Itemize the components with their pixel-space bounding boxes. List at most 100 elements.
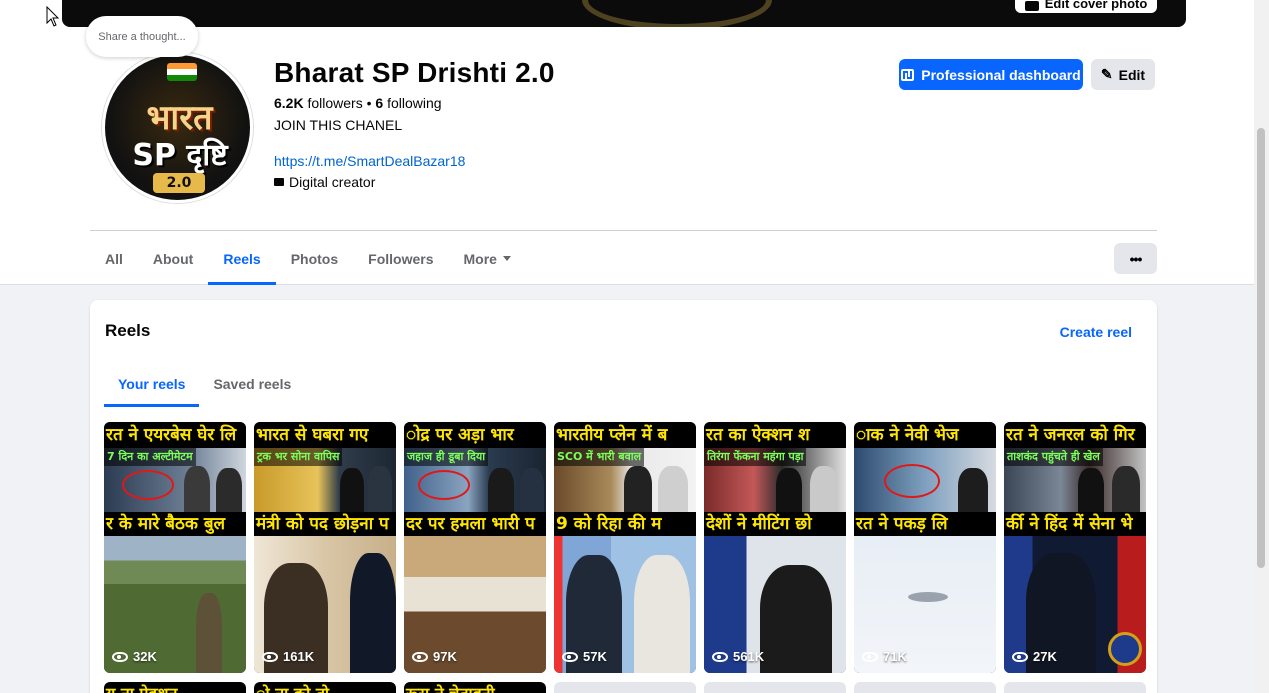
view-count: 161K	[262, 649, 314, 664]
following-label[interactable]: following	[387, 95, 441, 111]
reel-card[interactable]: भारतीय प्लेन में ब SCO में भारी बवाल 9 क…	[554, 422, 696, 673]
reel-subtitle: जहाज ही डूबा दिया	[404, 448, 489, 466]
edit-cover-photo-button[interactable]: Edit cover photo	[1015, 0, 1157, 13]
reel-headline-top: य ना ऐक्शन	[106, 682, 177, 693]
camera-icon	[1024, 1, 1039, 11]
page-scrollbar[interactable]	[1254, 0, 1269, 693]
eye-icon	[262, 651, 278, 662]
eye-icon	[112, 651, 128, 662]
avatar-text-line2: SP दृष्टि	[132, 138, 228, 173]
reel-headline-bottom: दर पर हमला भारी प	[404, 512, 546, 536]
view-count: 27K	[1012, 649, 1057, 664]
person-figure	[368, 466, 392, 512]
reel-headline-top: ोद्र पर अड़ा भार	[404, 422, 546, 448]
edit-button[interactable]: ✎ Edit	[1091, 59, 1155, 90]
cover-photo[interactable]: Edit cover photo	[62, 0, 1186, 27]
edit-label: Edit	[1118, 66, 1146, 83]
reel-placeholder	[854, 682, 996, 693]
reel-headline-bottom: देशों ने मीटिंग छो	[704, 512, 846, 536]
eye-icon	[1012, 651, 1028, 662]
reel-placeholder	[1004, 682, 1146, 693]
reel-thumbnail-top	[854, 448, 996, 512]
scrollbar-thumb[interactable]	[1257, 128, 1265, 568]
avatar[interactable]: भारत SP दृष्टि 2.0	[102, 52, 253, 203]
person-figure	[520, 468, 544, 512]
reel-subtitle: तिरंगा फेंकना महंगा पड़ा	[704, 448, 807, 466]
following-count[interactable]: 6	[375, 95, 383, 111]
person-figure	[340, 468, 364, 512]
professional-dashboard-button[interactable]: Professional dashboard	[899, 59, 1083, 90]
reel-subtitle: 7 दिन का अल्टीमेटम	[104, 448, 196, 466]
view-count: 97K	[412, 649, 457, 664]
person-figure	[1112, 466, 1140, 512]
bio-text: JOIN THIS CHANEL	[274, 117, 403, 133]
person-figure	[216, 468, 242, 512]
reel-headline-top: भारत से घबरा गए	[254, 422, 396, 448]
tab-label: Reels	[223, 250, 261, 267]
reels-card: Reels Create reel Your reels Saved reels…	[90, 300, 1157, 693]
profile-tabs: All About Reels Photos Followers More	[90, 232, 526, 285]
tab-label: More	[463, 250, 497, 267]
reel-card[interactable]: ो ना को तो	[254, 682, 396, 693]
person-figure	[350, 553, 396, 673]
tab-label: Photos	[290, 250, 339, 267]
flag-icon	[167, 63, 197, 81]
page-title: Bharat SP Drishti 2.0	[274, 57, 555, 88]
eye-icon	[412, 651, 428, 662]
view-count: 57K	[562, 649, 607, 664]
reel-headline-bottom: र्की ने हिंद में सेना भे	[1004, 512, 1146, 536]
reel-card[interactable]: रत का ऐक्शन श तिरंगा फेंकना महंगा पड़ा द…	[704, 422, 846, 673]
followers-label[interactable]: followers	[307, 95, 362, 111]
person-figure	[810, 466, 838, 512]
eye-icon	[712, 651, 728, 662]
more-options-button[interactable]: •••	[1114, 243, 1157, 274]
person-figure	[658, 466, 688, 512]
reel-card[interactable]: ोद्र पर अड़ा भार जहाज ही डूबा दिया दर पर…	[404, 422, 546, 673]
reel-card[interactable]: य ना ऐक्शन	[104, 682, 246, 693]
tab-reels[interactable]: Reels	[208, 232, 277, 285]
tab-all[interactable]: All	[90, 232, 138, 285]
tab-about[interactable]: About	[138, 232, 208, 285]
share-thought-bubble[interactable]: Share a thought...	[86, 16, 198, 57]
dashboard-icon	[901, 68, 915, 81]
reel-placeholder	[704, 682, 846, 693]
reel-subtitle: ताशकंद पहुंचते ही खेल	[1004, 448, 1103, 466]
cover-decoration	[582, 0, 772, 27]
reel-subtitle: ट्रक भर सोना वापिस	[254, 448, 343, 466]
reel-headline-top: ो ना को तो	[256, 682, 329, 693]
profile-link[interactable]: https://t.me/SmartDealBazar18	[274, 153, 465, 169]
jet-figure	[908, 592, 948, 602]
next-reel-row: य ना ऐक्शन ो ना को तो रूस ने चेतावनी	[104, 682, 1146, 693]
reel-card[interactable]: ाक ने नेवी भेज रत ने पकड़ लि 71K	[854, 422, 996, 673]
tab-saved-reels[interactable]: Saved reels	[199, 360, 305, 407]
avatar-text-line3: 2.0	[153, 173, 205, 193]
reel-headline-top: भारतीय प्लेन में ब	[554, 422, 696, 448]
category: Digital creator	[274, 174, 375, 190]
highlight-ring	[122, 470, 174, 500]
reel-card[interactable]: रत ने जनरल को गिर ताशकंद पहुंचते ही खेल …	[1004, 422, 1146, 673]
reel-headline-bottom: रत ने पकड़ लि	[854, 512, 996, 536]
person-figure	[958, 468, 988, 512]
create-reel-link[interactable]: Create reel	[1060, 324, 1132, 340]
person-figure	[634, 555, 690, 673]
reel-headline-bottom: मंत्री को पद छोड़ना प	[254, 512, 396, 536]
followers-count[interactable]: 6.2K	[274, 95, 304, 111]
tab-label: Followers	[368, 250, 434, 267]
tab-more[interactable]: More	[449, 232, 526, 285]
reel-card[interactable]: रत ने एयरबेस घेर लि 7 दिन का अल्टीमेटम र…	[104, 422, 246, 673]
tab-your-reels[interactable]: Your reels	[104, 360, 200, 407]
person-figure	[760, 565, 832, 673]
reel-headline-top: रत का ऐक्शन श	[704, 422, 846, 448]
seal-icon	[1108, 632, 1142, 666]
reel-card[interactable]: रूस ने चेतावनी	[404, 682, 546, 693]
edit-cover-label: Edit cover photo	[1044, 0, 1148, 11]
reel-grid: रत ने एयरबेस घेर लि 7 दिन का अल्टीमेटम र…	[104, 422, 1146, 673]
highlight-ring	[884, 464, 940, 498]
reels-sub-tabs: Your reels Saved reels	[104, 360, 305, 407]
tab-photos[interactable]: Photos	[276, 232, 353, 285]
person-figure	[488, 468, 514, 512]
eye-icon	[862, 651, 878, 662]
reel-card[interactable]: भारत से घबरा गए ट्रक भर सोना वापिस मंत्र…	[254, 422, 396, 673]
tab-followers[interactable]: Followers	[353, 232, 448, 285]
view-count: 32K	[112, 649, 157, 664]
